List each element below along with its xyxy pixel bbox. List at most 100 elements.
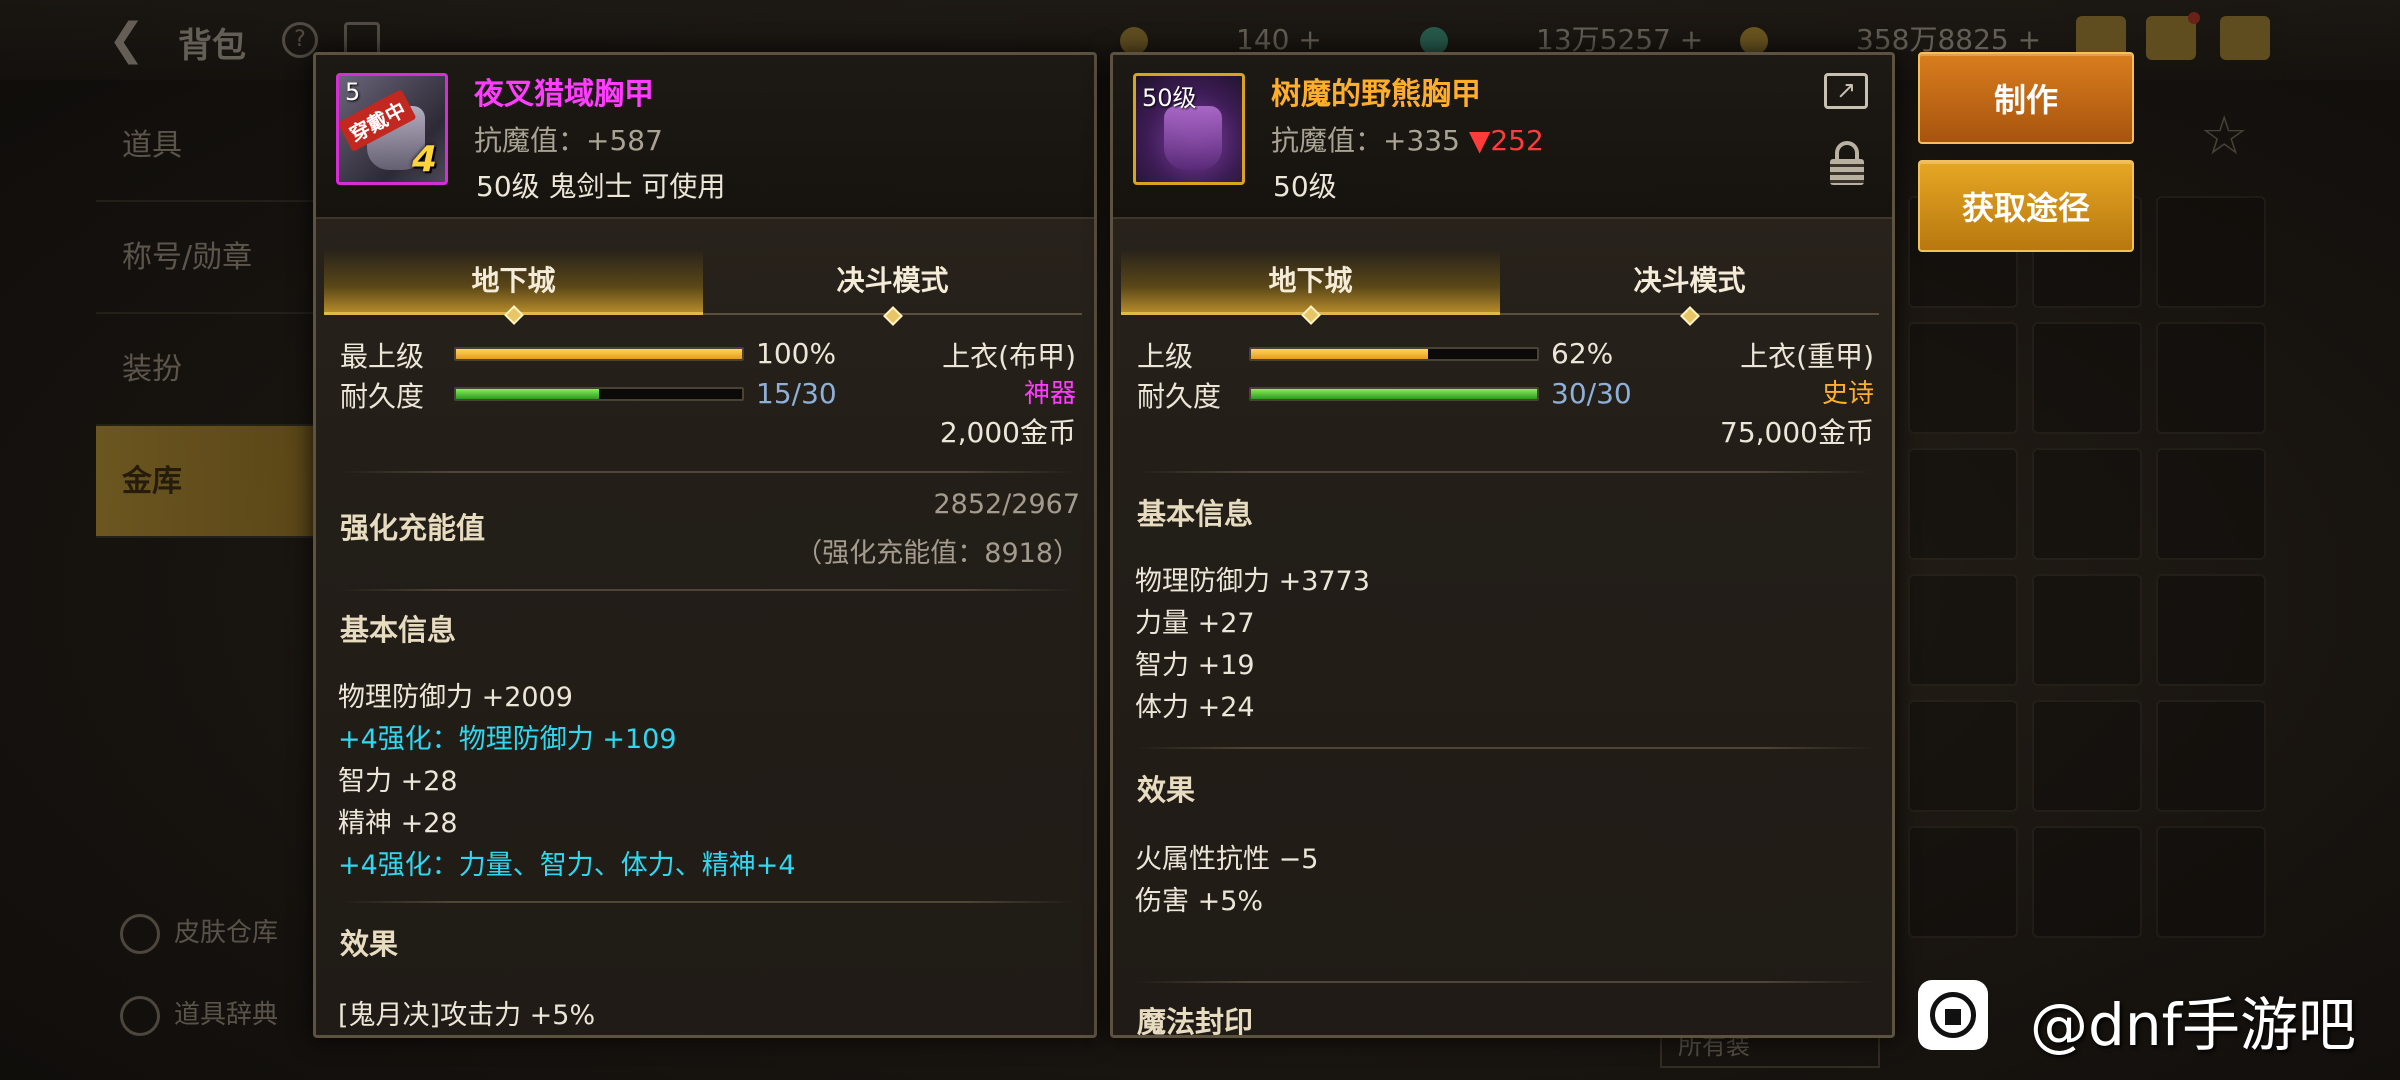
grade-bar	[1249, 347, 1539, 361]
inventory-grid	[1908, 196, 2266, 938]
durability-value: 30/30	[1551, 377, 1632, 410]
chest-armor-icon	[1164, 106, 1222, 170]
enhance-level: 4	[411, 139, 437, 180]
requirement: 50级 鬼剑士 可使用	[476, 170, 726, 203]
inventory-slot[interactable]	[2156, 826, 2266, 938]
help-icon[interactable]: ?	[282, 22, 318, 58]
durability-bar-fill	[1251, 389, 1537, 399]
stat-line: 力量 +27	[1135, 608, 1255, 639]
side-item-avatar[interactable]: 装扮	[96, 314, 316, 426]
inventory-slot[interactable]	[2156, 322, 2266, 434]
tooltip-header: 50级 树魔的野熊胸甲 抗魔值：+335 ▼252 50级 ↗	[1113, 55, 1892, 219]
stat-line: 物理防御力 +2009	[338, 682, 573, 713]
inventory-slot[interactable]	[2156, 196, 2266, 308]
side-item-items[interactable]: 道具	[96, 90, 316, 202]
tooltip-header: 5 穿戴中 4 夜叉猎域胸甲 抗魔值：+587 50级 鬼剑士 可使用	[316, 55, 1094, 219]
inventory-slot[interactable]	[1908, 448, 2018, 560]
inventory-slot[interactable]	[1908, 322, 2018, 434]
enhance-stat-line: +4强化：物理防御力 +109	[338, 724, 677, 755]
equipped-item-tooltip: 5 穿戴中 4 夜叉猎域胸甲 抗魔值：+587 50级 鬼剑士 可使用 地下城 …	[313, 52, 1097, 1038]
gem-icon	[1420, 27, 1448, 55]
inventory-slot[interactable]	[2156, 448, 2266, 560]
favorite-star-icon[interactable]: ☆	[2200, 104, 2248, 167]
reinforce-subtotal: （强化充能值：8918）	[795, 538, 1080, 569]
get-source-button[interactable]: 获取途径	[1918, 160, 2134, 252]
magic-resist: 抗魔值：+335 ▼252	[1271, 119, 1544, 159]
item-dictionary-link[interactable]: 道具辞典	[120, 994, 278, 1036]
mail-icon[interactable]	[2146, 12, 2200, 60]
tab-dungeon[interactable]: 地下城	[324, 249, 703, 325]
inventory-slot[interactable]	[1908, 700, 2018, 812]
stat-line: 体力 +24	[1135, 692, 1255, 723]
icon-level: 5	[345, 78, 361, 106]
icon-level: 50级	[1142, 84, 1197, 112]
gold-coin-icon	[1740, 27, 1768, 55]
effect-title: 效果	[1137, 773, 1196, 807]
grade-label: 上级	[1137, 340, 1194, 373]
inventory-slot[interactable]	[2156, 700, 2266, 812]
dictionary-icon	[120, 995, 160, 1036]
item-name: 树魔的野熊胸甲	[1271, 77, 1481, 112]
skin-storage-link[interactable]: 皮肤仓库	[120, 912, 278, 954]
tab-dungeon[interactable]: 地下城	[1121, 249, 1500, 325]
inventory-slot[interactable]	[2032, 574, 2142, 686]
rarity: 史诗	[1821, 379, 1874, 409]
inventory-slot[interactable]	[1908, 826, 2018, 938]
sell-price: 75,000金币	[1720, 416, 1874, 449]
requirement: 50级	[1273, 170, 1337, 203]
side-item-titles[interactable]: 称号/勋章	[96, 202, 316, 314]
basic-info-title: 基本信息	[1137, 497, 1254, 531]
chat-icon[interactable]	[2220, 16, 2270, 60]
make-button[interactable]: 制作	[1918, 52, 2134, 144]
side-menu: 道具 称号/勋章 装扮 金库	[96, 90, 316, 538]
back-arrow-icon[interactable]: ❮	[108, 16, 156, 64]
magic-resist: 抗魔值：+587	[474, 124, 663, 157]
item-name: 夜叉猎域胸甲	[474, 77, 654, 112]
magic-seal-title: 魔法封印	[1137, 1005, 1254, 1038]
effect-line: 伤害 +5%	[1135, 886, 1264, 917]
divider	[340, 589, 1076, 591]
tab-dungeon-label: 地下城	[471, 264, 556, 297]
divider	[1137, 747, 1873, 749]
inventory-slot[interactable]	[2032, 448, 2142, 560]
divider	[340, 471, 1076, 473]
effect-line: 火属性抗性 −5	[1135, 844, 1319, 875]
durability-label: 耐久度	[340, 380, 425, 413]
item-icon: 50级	[1133, 73, 1245, 185]
watermark-text: @dnf手游吧	[2030, 991, 2356, 1059]
inventory-slot[interactable]	[2032, 826, 2142, 938]
divider	[1137, 471, 1873, 473]
reinforce-title: 强化充能值	[340, 511, 486, 545]
item-dictionary-label: 道具辞典	[174, 1000, 279, 1030]
tab-duel-label: 决斗模式	[1633, 264, 1746, 297]
item-icon: 5 穿戴中 4	[336, 73, 448, 185]
bag-title: 背包	[178, 26, 246, 66]
slot-type: 上衣(布甲)	[942, 340, 1076, 373]
compare-item-tooltip: 50级 树魔的野熊胸甲 抗魔值：+335 ▼252 50级 ↗ 地下城 决斗模式…	[1110, 52, 1895, 1038]
lock-icon[interactable]	[1830, 141, 1864, 185]
effect-line: [鬼月决]攻击力 +5%	[338, 1000, 596, 1031]
tab-dungeon-label: 地下城	[1268, 264, 1353, 297]
stat-line: 智力 +28	[338, 766, 458, 797]
reinforce-value: 2852/2967	[933, 489, 1080, 520]
share-icon[interactable]: ↗	[1824, 73, 1868, 109]
inventory-slot[interactable]	[2032, 322, 2142, 434]
rarity: 神器	[1023, 379, 1076, 409]
skin-storage-label: 皮肤仓库	[174, 918, 279, 948]
magic-resist-diff: ▼252	[1468, 124, 1544, 157]
divider	[340, 901, 1076, 903]
tab-duel-label: 决斗模式	[836, 264, 949, 297]
game-screen: ❮ 背包 ? 140 + 13万5257 + 358万8825 + 道具 称号/…	[0, 0, 2400, 1080]
diamond-icon	[882, 306, 903, 326]
tab-duel[interactable]: 决斗模式	[703, 249, 1082, 326]
tab-duel[interactable]: 决斗模式	[1500, 249, 1879, 326]
side-item-vault[interactable]: 金库	[96, 426, 316, 538]
inventory-slot[interactable]	[2032, 700, 2142, 812]
grade-bar	[454, 347, 744, 361]
grade-bar-fill	[1251, 349, 1429, 359]
inventory-slot[interactable]	[1908, 574, 2018, 686]
inventory-slot[interactable]	[2156, 574, 2266, 686]
tieba-logo-icon	[1918, 980, 1988, 1050]
grade-percent: 62%	[1551, 337, 1614, 370]
durability-value: 15/30	[756, 377, 837, 410]
